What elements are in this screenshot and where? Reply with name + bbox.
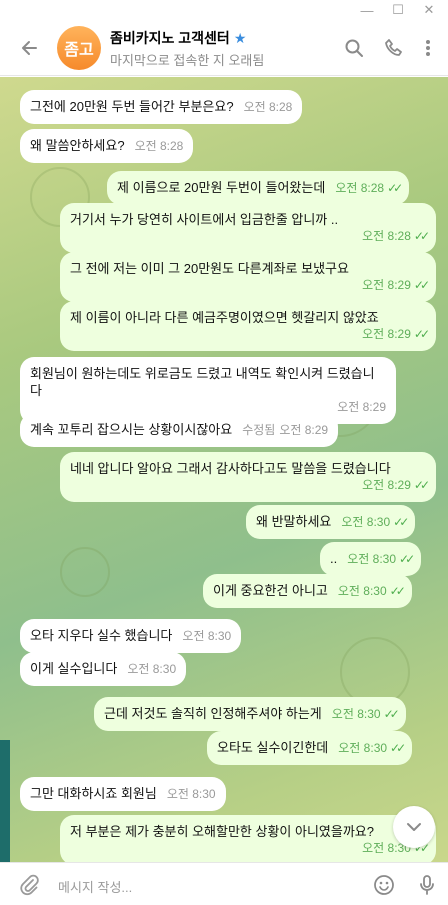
- background-doodle: [60, 547, 110, 597]
- message-incoming[interactable]: 오타 지우다 실수 했습니다 오전 8:30: [20, 619, 242, 653]
- call-button[interactable]: [380, 34, 408, 62]
- read-checks-icon: ✓✓: [413, 327, 430, 341]
- read-checks-icon: ✓✓: [387, 181, 403, 195]
- attach-button[interactable]: [16, 872, 42, 898]
- scroll-to-bottom-button[interactable]: [393, 806, 435, 848]
- chat-status: 마지막으로 접속한 지 오래됨: [110, 53, 265, 68]
- minimize-button[interactable]: —: [352, 0, 382, 20]
- maximize-button[interactable]: ☐: [383, 0, 413, 20]
- emoji-icon: [374, 875, 394, 895]
- read-checks-icon: ✓✓: [389, 584, 406, 598]
- message-incoming[interactable]: 계속 꼬투리 잡으시는 상황이시잖아요 수정됨 오전 8:29: [20, 413, 339, 447]
- read-checks-icon: ✓✓: [393, 515, 409, 529]
- star-icon: ★: [233, 29, 247, 46]
- avatar[interactable]: 좀고: [57, 26, 101, 70]
- message-outgoing[interactable]: 이게 중요한건 아니고 오전 8:30 ✓✓: [203, 574, 412, 608]
- back-arrow-icon: [22, 41, 37, 55]
- close-button[interactable]: ✕: [414, 0, 444, 20]
- message-incoming[interactable]: 그전에 20만원 두번 들어간 부분은요? 오전 8:28: [20, 90, 303, 124]
- voice-button[interactable]: [414, 872, 440, 898]
- left-window-edge: [0, 740, 10, 862]
- back-button[interactable]: [16, 34, 44, 62]
- microphone-icon: [420, 875, 434, 895]
- message-outgoing[interactable]: 저 부분은 제가 충분히 오해할만한 상황이 아니였을까요? 오전 8:30 ✓✓: [60, 815, 436, 862]
- message-outgoing[interactable]: 근데 저것도 솔직히 인정해주셔야 하는게 오전 8:30 ✓✓: [94, 697, 406, 731]
- chat-title[interactable]: 좀비카지노 고객센터 ★: [110, 28, 246, 48]
- message-outgoing[interactable]: 네네 압니다 알아요 그래서 감사하다고도 말씀을 드렸습니다 오전 8:29 ✓✓: [60, 452, 436, 502]
- more-button[interactable]: [414, 34, 442, 62]
- emoji-button[interactable]: [371, 872, 397, 898]
- read-checks-icon: ✓✓: [413, 229, 430, 243]
- message-outgoing[interactable]: 제 이름이 아니라 다른 예금주명이였으면 헷갈리지 않았죠 오전 8:29 ✓✓: [60, 301, 436, 351]
- search-icon: [345, 39, 363, 57]
- message-input[interactable]: 메시지 작성...: [58, 877, 132, 896]
- read-checks-icon: ✓✓: [399, 552, 415, 566]
- message-outgoing[interactable]: 오타도 실수이긴한데 오전 8:30 ✓✓: [207, 731, 413, 765]
- chat-header: 좀고 좀비카지노 고객센터 ★ 마지막으로 접속한 지 오래됨: [0, 20, 448, 76]
- message-outgoing[interactable]: 그 전에 저는 이미 그 20만원도 다른계좌로 보냈구요 오전 8:29 ✓✓: [60, 252, 436, 302]
- message-incoming[interactable]: 이게 실수입니다 오전 8:30: [20, 652, 187, 686]
- read-checks-icon: ✓✓: [383, 707, 400, 721]
- message-incoming[interactable]: 그만 대화하시죠 회원님 오전 8:30: [20, 777, 226, 811]
- message-outgoing[interactable]: 왜 반말하세요 오전 8:30 ✓✓: [246, 505, 416, 539]
- message-composer: 메시지 작성...: [0, 862, 448, 905]
- window-titlebar: — ☐ ✕: [0, 0, 448, 20]
- read-checks-icon: ✓✓: [413, 278, 430, 292]
- phone-icon: [385, 39, 402, 56]
- message-incoming[interactable]: 왜 말씀안하세요? 오전 8:28: [20, 129, 194, 163]
- chat-name-text: 좀비카지노 고객센터: [110, 30, 230, 46]
- message-outgoing[interactable]: 거기서 누가 당연히 사이트에서 입금한줄 압니까 .. 오전 8:28 ✓✓: [60, 203, 436, 253]
- more-vertical-icon: [426, 40, 430, 56]
- read-checks-icon: ✓✓: [413, 478, 430, 492]
- search-button[interactable]: [340, 34, 368, 62]
- chevron-down-icon: [407, 823, 421, 831]
- message-outgoing[interactable]: 제 이름으로 20만원 두번이 들어왔는데 오전 8:28 ✓✓: [107, 171, 410, 205]
- read-checks-icon: ✓✓: [390, 741, 406, 755]
- chat-history[interactable]: 그전에 20만원 두번 들어간 부분은요? 오전 8:28 왜 말씀안하세요? 오전…: [0, 77, 448, 862]
- message-outgoing[interactable]: .. 오전 8:30 ✓✓: [320, 542, 422, 576]
- attach-icon: [20, 874, 39, 896]
